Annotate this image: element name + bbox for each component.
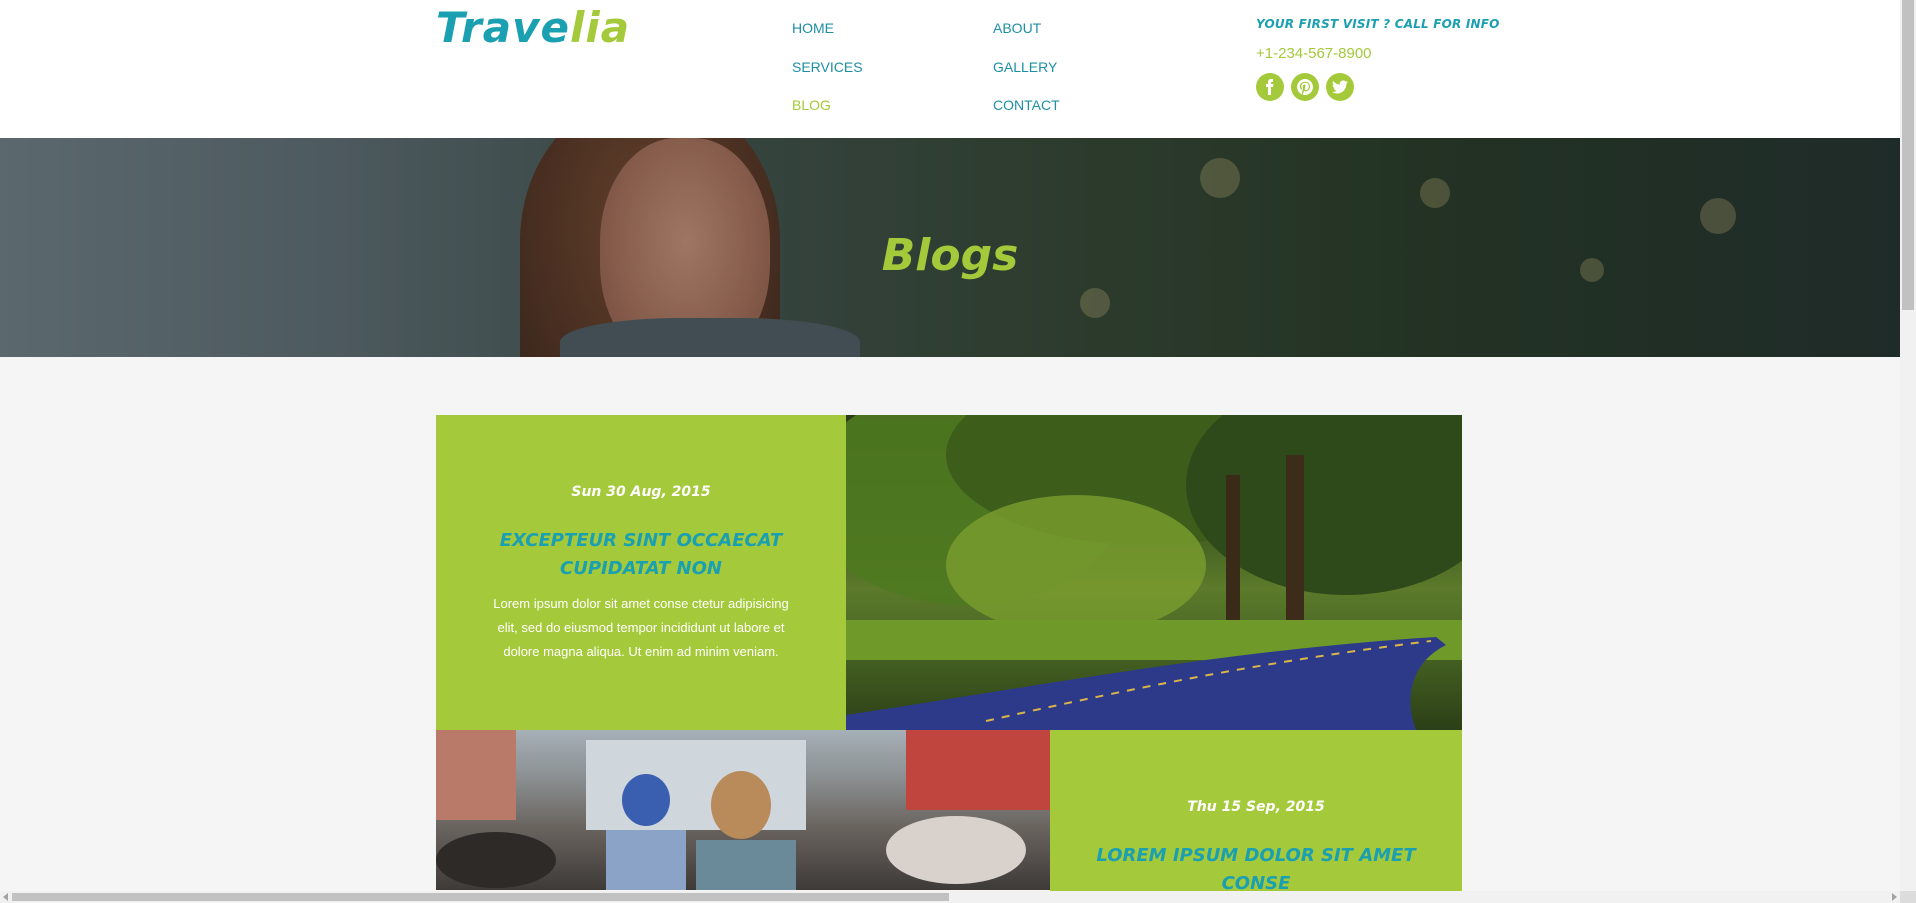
- post-title-line: CUPIDATAT NON: [560, 558, 722, 579]
- scroll-right-icon[interactable]: [1892, 893, 1897, 901]
- nav-contact[interactable]: CONTACT: [993, 97, 1060, 113]
- horizontal-scroll-thumb[interactable]: [12, 893, 949, 901]
- street-illustration: [436, 730, 1050, 890]
- post-date: Sun 30 Aug, 2015: [571, 484, 711, 500]
- phone-number[interactable]: +1-234-567-8900: [1256, 45, 1372, 62]
- road-illustration: [846, 415, 1462, 730]
- post-excerpt-line: elit, sed do eiusmod tempor incididunt u…: [497, 620, 785, 635]
- logo-text-part2: lia: [569, 3, 631, 52]
- nav-services[interactable]: SERVICES: [792, 59, 863, 75]
- twitter-icon[interactable]: [1326, 73, 1354, 101]
- nav-blog[interactable]: BLOG: [792, 97, 831, 113]
- site-header: Travelia HOME ABOUT SERVICES GALLERY BLO…: [0, 0, 1900, 138]
- post-title[interactable]: LOREM IPSUM DOLOR SIT AMET CONSE: [1050, 842, 1462, 898]
- blog-post-card[interactable]: Sun 30 Aug, 2015 EXCEPTEUR SINT OCCAECAT…: [436, 415, 846, 730]
- post-date: Thu 15 Sep, 2015: [1187, 799, 1325, 815]
- post-excerpt-line: dolore magna aliqua. Ut enim ad minim ve…: [503, 644, 779, 659]
- post-image-street[interactable]: [436, 730, 1050, 890]
- facebook-icon[interactable]: [1256, 73, 1284, 101]
- vertical-scrollbar[interactable]: [1900, 0, 1916, 903]
- blog-post-card[interactable]: Thu 15 Sep, 2015 LOREM IPSUM DOLOR SIT A…: [1050, 730, 1462, 894]
- post-image-road[interactable]: [846, 415, 1462, 730]
- scroll-left-icon[interactable]: [3, 893, 8, 901]
- page-title: Blogs: [881, 230, 1019, 281]
- post-title[interactable]: EXCEPTEUR SINT OCCAECAT CUPIDATAT NON: [436, 527, 846, 583]
- post-title-line: EXCEPTEUR SINT OCCAECAT: [499, 530, 783, 551]
- nav-home[interactable]: HOME: [792, 20, 834, 36]
- scrollbar-corner: [1900, 891, 1916, 903]
- post-title-line: LOREM IPSUM DOLOR SIT AMET: [1096, 845, 1416, 866]
- page-banner: Blogs: [0, 138, 1900, 357]
- post-excerpt-line: Lorem ipsum dolor sit amet conse ctetur …: [493, 596, 789, 611]
- pinterest-icon[interactable]: [1291, 73, 1319, 101]
- site-logo[interactable]: Travelia: [436, 2, 630, 54]
- post-excerpt: Lorem ipsum dolor sit amet conse ctetur …: [436, 592, 846, 664]
- nav-about[interactable]: ABOUT: [993, 20, 1041, 36]
- call-info-title: YOUR FIRST VISIT ? CALL FOR INFO: [1256, 17, 1500, 31]
- vertical-scroll-thumb[interactable]: [1902, 0, 1914, 310]
- nav-gallery[interactable]: GALLERY: [993, 59, 1057, 75]
- logo-text-part1: Trave: [436, 3, 570, 52]
- horizontal-scrollbar[interactable]: [0, 891, 1900, 903]
